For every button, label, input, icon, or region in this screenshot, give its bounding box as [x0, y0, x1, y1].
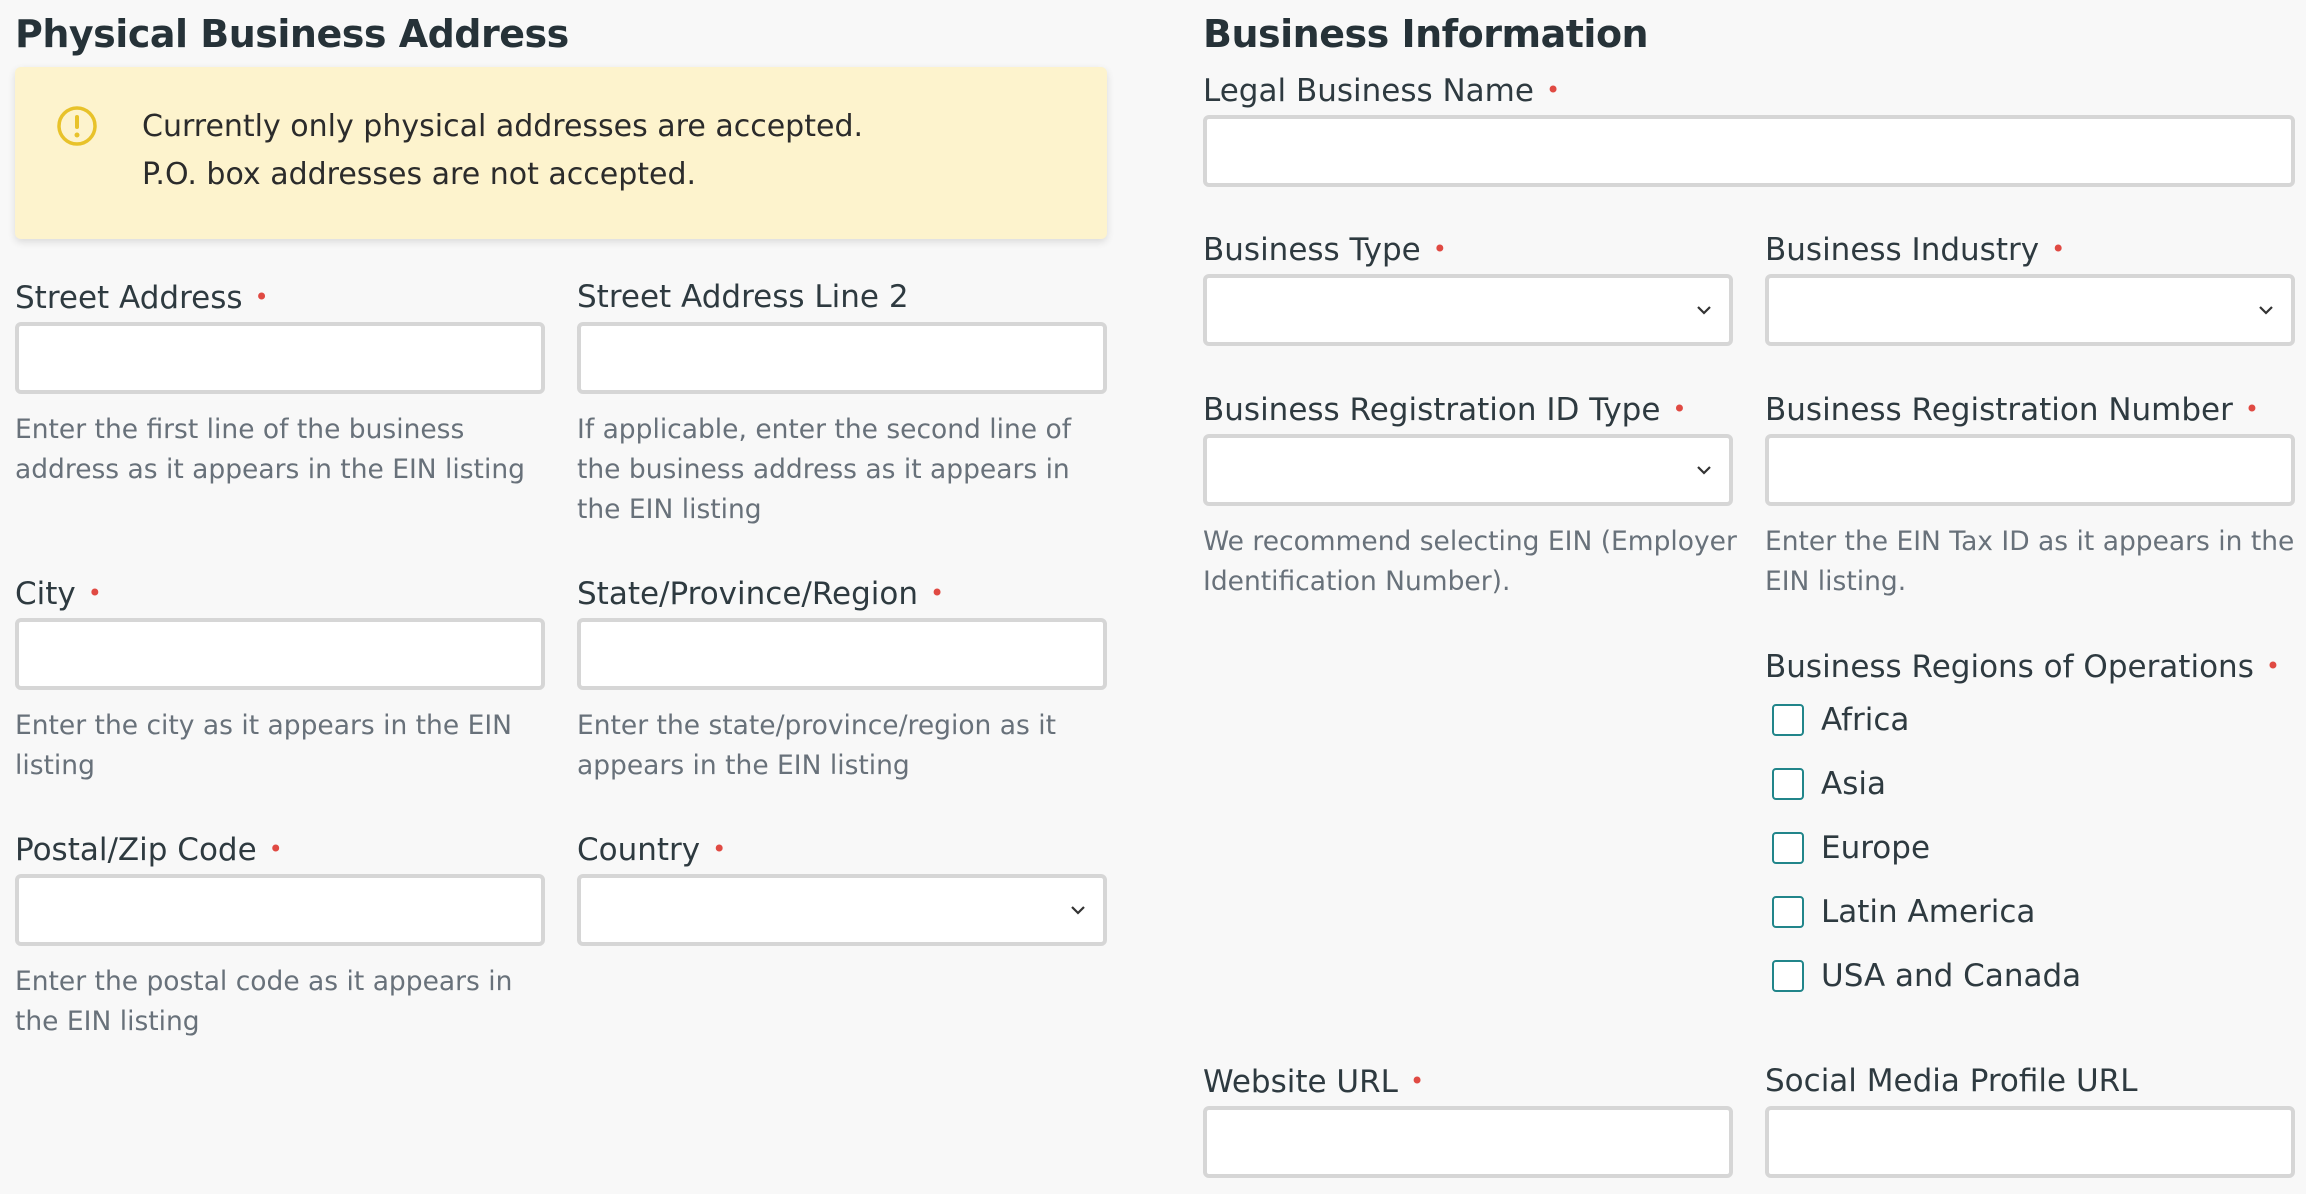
social-media-url-group: Social Media Profile URL	[1765, 1060, 2295, 1178]
alert-line-1: Currently only physical addresses are ac…	[142, 109, 864, 144]
registration-number-label: Business Registration Number •	[1765, 392, 2260, 428]
required-indicator: •	[1432, 235, 1447, 263]
website-url-label: Website URL •	[1203, 1064, 1425, 1100]
street-address-2-help: If applicable, enter the second line of …	[577, 414, 1072, 525]
website-url-input[interactable]	[1203, 1106, 1733, 1178]
business-type-group: Business Type •	[1203, 228, 1733, 346]
registration-number-help: Enter the EIN Tax ID as it appears in th…	[1765, 526, 2295, 597]
region-option-label: Asia	[1821, 766, 1886, 802]
social-media-url-input[interactable]	[1765, 1106, 2295, 1178]
checkbox[interactable]	[1772, 832, 1804, 864]
street-address-input[interactable]	[15, 322, 545, 394]
region-option-label: USA and Canada	[1821, 958, 2082, 994]
required-indicator: •	[268, 835, 283, 863]
street-address-help: Enter the first line of the business add…	[15, 414, 525, 485]
country-group: Country •	[577, 828, 1107, 946]
street-address-group: Street Address • Enter the first line of …	[15, 276, 545, 485]
city-input[interactable]	[15, 618, 545, 690]
country-label: Country •	[577, 832, 727, 868]
city-label: City •	[15, 576, 102, 612]
state-label: State/Province/Region •	[577, 576, 945, 612]
legal-name-group: Legal Business Name •	[1203, 69, 2295, 187]
section-title-business-info: Business Information	[1203, 12, 1649, 56]
postal-code-label: Postal/Zip Code •	[15, 832, 283, 868]
registration-id-type-label: Business Registration ID Type •	[1203, 392, 1687, 428]
exclamation-circle-icon	[57, 106, 97, 146]
chevron-down-icon	[1697, 306, 1711, 315]
business-type-label: Business Type •	[1203, 232, 1447, 268]
required-indicator: •	[254, 283, 269, 311]
chevron-down-icon	[1697, 466, 1711, 475]
region-option-label: Latin America	[1821, 894, 2036, 930]
registration-number-input[interactable]	[1765, 434, 2295, 506]
checkbox[interactable]	[1772, 960, 1804, 992]
city-help: Enter the city as it appears in the EIN …	[15, 710, 512, 781]
chevron-down-icon	[1071, 906, 1085, 915]
required-indicator: •	[1545, 76, 1561, 104]
required-indicator: •	[2244, 395, 2260, 423]
required-indicator: •	[1672, 395, 1687, 423]
alert-line-2: P.O. box addresses are not accepted.	[142, 157, 697, 192]
region-option-label: Europe	[1821, 830, 1931, 866]
regions-group: Business Regions of Operations •	[1765, 645, 2295, 687]
business-industry-select[interactable]	[1765, 274, 2295, 346]
checkbox[interactable]	[1772, 704, 1804, 736]
business-type-select[interactable]	[1203, 274, 1733, 346]
required-indicator: •	[2265, 652, 2280, 680]
required-indicator: •	[712, 835, 727, 863]
legal-name-input[interactable]	[1203, 115, 2295, 187]
street-address-2-label: Street Address Line 2	[577, 279, 909, 315]
city-group: City • Enter the city as it appears in th…	[15, 572, 545, 781]
registration-number-group: Business Registration Number • Enter the …	[1765, 388, 2295, 597]
postal-code-help: Enter the postal code as it appears in t…	[15, 966, 513, 1037]
social-media-url-label: Social Media Profile URL	[1765, 1063, 2138, 1099]
street-address-2-group: Street Address Line 2 If applicable, ent…	[577, 276, 1107, 525]
registration-id-type-select[interactable]	[1203, 434, 1733, 506]
business-industry-label: Business Industry •	[1765, 232, 2066, 268]
checkbox[interactable]	[1772, 896, 1804, 928]
region-option-label: Africa	[1821, 702, 1910, 738]
checkbox[interactable]	[1772, 768, 1804, 800]
street-address-2-input[interactable]	[577, 322, 1107, 394]
legal-name-label: Legal Business Name •	[1203, 73, 1561, 109]
business-industry-group: Business Industry •	[1765, 228, 2295, 346]
postal-code-input[interactable]	[15, 874, 545, 946]
section-title-physical-address: Physical Business Address	[15, 12, 569, 56]
regions-label: Business Regions of Operations •	[1765, 649, 2280, 685]
po-box-alert: Currently only physical addresses are ac…	[15, 67, 1107, 239]
required-indicator: •	[87, 579, 102, 607]
required-indicator: •	[929, 579, 945, 607]
state-group: State/Province/Region • Enter the state/p…	[577, 572, 1107, 781]
registration-id-type-group: Business Registration ID Type • We recomm…	[1203, 388, 1737, 597]
country-select[interactable]	[577, 874, 1107, 946]
website-url-group: Website URL •	[1203, 1060, 1733, 1178]
street-address-label: Street Address •	[15, 280, 269, 316]
alert-message: Currently only physical addresses are ac…	[142, 103, 863, 199]
required-indicator: •	[2051, 235, 2066, 263]
required-indicator: •	[1409, 1067, 1425, 1095]
registration-id-type-help: We recommend selecting EIN (Employer Ide…	[1203, 526, 1737, 597]
state-input[interactable]	[577, 618, 1107, 690]
state-help: Enter the state/province/region as it ap…	[577, 710, 1056, 781]
chevron-down-icon	[2259, 306, 2273, 315]
postal-code-group: Postal/Zip Code • Enter the postal code a…	[15, 828, 545, 1037]
